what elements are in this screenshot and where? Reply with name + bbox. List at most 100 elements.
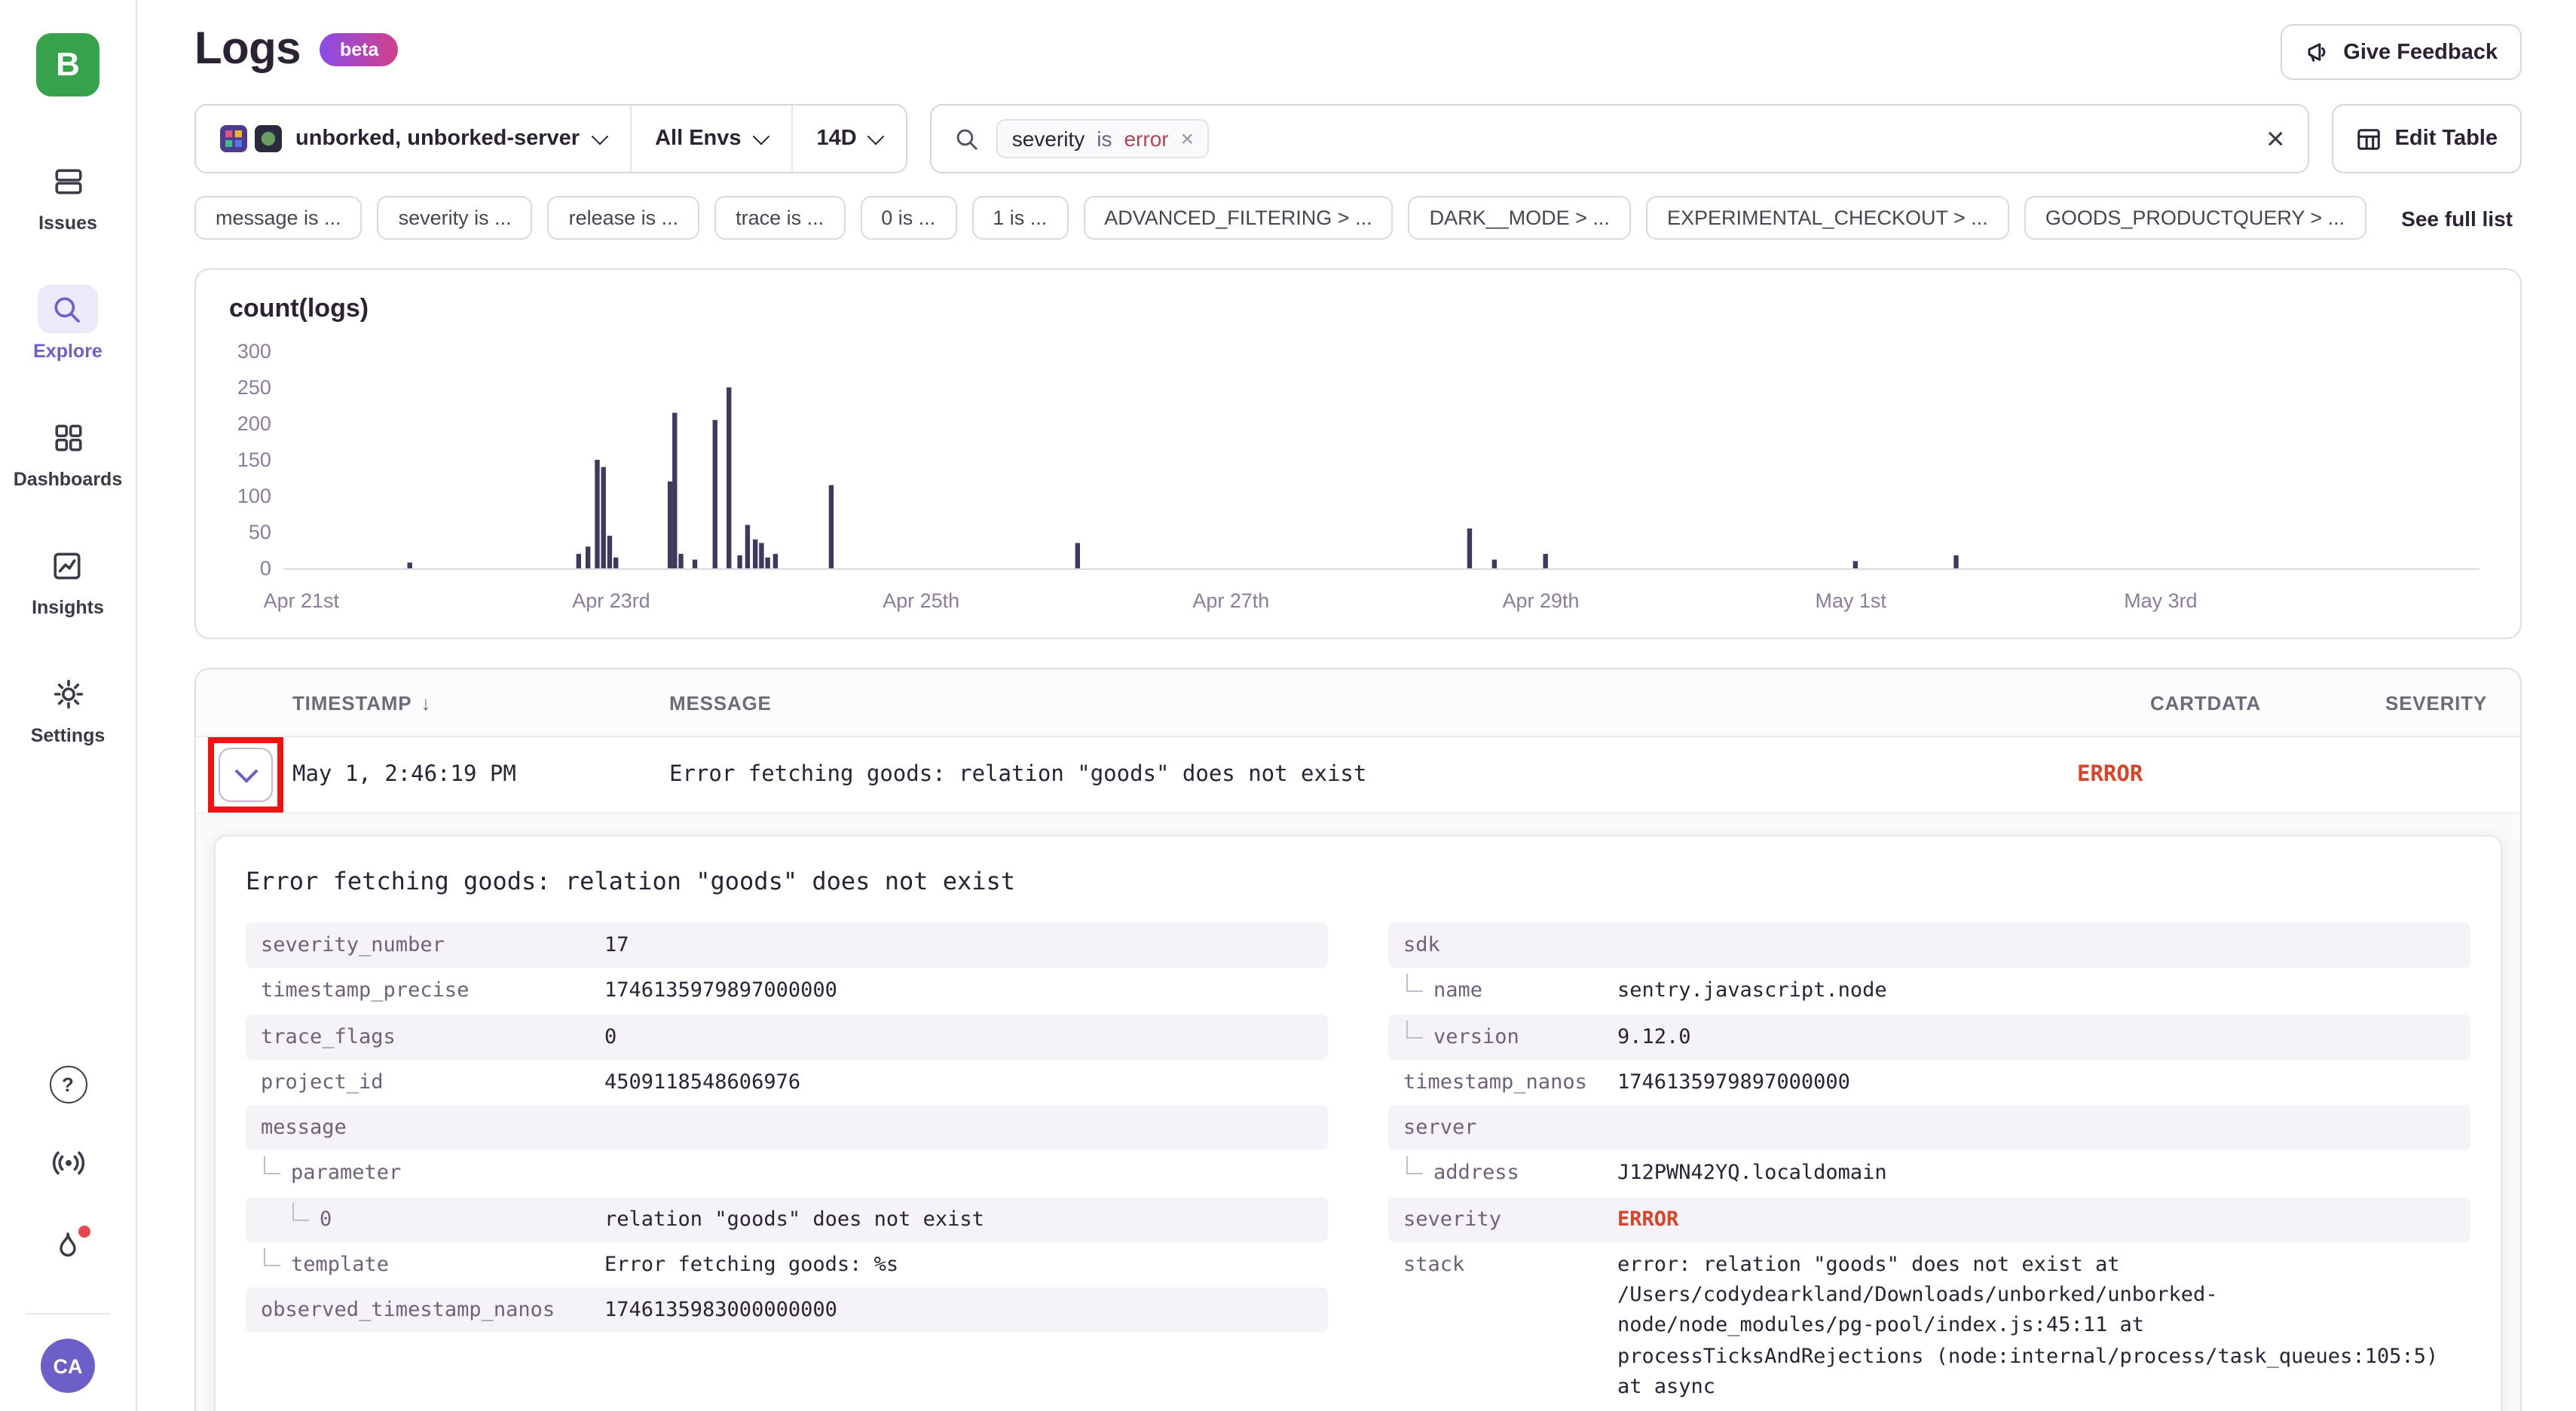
platform-icon-2 [255, 125, 282, 152]
kv-value: 1746135979897000000 [604, 976, 837, 1007]
environment-selector[interactable]: All Envs [629, 106, 791, 172]
filter-chip[interactable]: trace is ... [714, 196, 845, 240]
kv-key: stack [1403, 1250, 1617, 1403]
search-input[interactable]: severity is error × × [931, 104, 2309, 173]
search-clear-icon[interactable]: × [2266, 123, 2285, 155]
project-selector[interactable]: unborked, unborked-server [196, 106, 629, 172]
kv-key: parameter [261, 1158, 604, 1189]
broadcast-icon[interactable] [50, 1146, 85, 1188]
avatar-initials: CA [54, 1354, 83, 1377]
search-icon [955, 126, 981, 152]
kv-value: error: relation "goods" does not exist a… [1617, 1250, 2455, 1403]
logs-chart-svg: 050100150200250300Apr 21stApr 23rdApr 25… [229, 330, 2487, 626]
kv-value: Error fetching goods: %s [604, 1250, 898, 1281]
kv-row: timestamp_nanos1746135979897000000 [1388, 1060, 2470, 1106]
sidebar-item-label: Issues [38, 213, 97, 234]
kv-key: trace_flags [261, 1021, 604, 1052]
kv-row: severityERROR [1388, 1196, 2470, 1242]
svg-text:0: 0 [260, 557, 271, 580]
filter-chip[interactable]: message is ... [194, 196, 363, 240]
kv-row: addressJ12PWN42YQ.localdomain [1388, 1151, 2470, 1197]
kv-key: sdk [1403, 930, 1617, 961]
column-header-cartdata[interactable]: CARTDATA [2077, 691, 2261, 714]
kv-key: address [1403, 1158, 1617, 1189]
column-header-timestamp[interactable]: TIMESTAMP ↓ [292, 691, 669, 714]
filter-chip[interactable]: ADVANCED_FILTERING > ... [1083, 196, 1393, 240]
kv-row: parameter [246, 1151, 1328, 1197]
svg-text:250: 250 [237, 376, 271, 399]
kv-value: sentry.javascript.node [1617, 976, 1887, 1007]
kv-value: J12PWN42YQ.localdomain [1617, 1158, 1887, 1189]
detail-left-table: severity_number17timestamp_precise174613… [246, 923, 1328, 1333]
token-value: error [1124, 127, 1168, 151]
sidebar-item-settings[interactable]: Settings [31, 669, 106, 746]
column-header-severity[interactable]: SEVERITY [2261, 691, 2487, 714]
svg-text:150: 150 [237, 448, 271, 471]
dashboards-icon [38, 413, 98, 461]
kv-key: template [261, 1250, 604, 1281]
kv-value: 17 [604, 930, 629, 961]
cell-message: Error fetching goods: relation "goods" d… [669, 763, 2077, 787]
svg-text:200: 200 [237, 412, 271, 435]
page-header: Logs beta Give Feedback [194, 24, 2522, 80]
column-header-message[interactable]: MESSAGE [669, 691, 2077, 714]
kv-value: 0 [604, 1021, 616, 1052]
give-feedback-button[interactable]: Give Feedback [2280, 24, 2522, 80]
svg-text:May 1st: May 1st [1816, 589, 1887, 612]
kv-value: relation "goods" does not exist [604, 1204, 984, 1235]
filter-chip[interactable]: severity is ... [378, 196, 533, 240]
notification-dot [78, 1226, 90, 1238]
svg-text:100: 100 [237, 485, 271, 507]
kv-row: templateError fetching goods: %s [246, 1242, 1328, 1288]
kv-key: timestamp_precise [261, 976, 604, 1007]
whats-new-flame-icon[interactable] [51, 1230, 84, 1271]
avatar-divider: CA [26, 1313, 110, 1393]
kv-key: 0 [261, 1204, 604, 1235]
kv-row: message [246, 1105, 1328, 1151]
token-remove-icon[interactable]: × [1181, 127, 1195, 150]
cell-severity: ERROR [2077, 763, 2487, 787]
sort-desc-icon: ↓ [421, 691, 431, 714]
help-icon[interactable]: ? [49, 1066, 87, 1103]
logs-table-header: TIMESTAMP ↓ MESSAGE CARTDATA SEVERITY [196, 669, 2520, 737]
tree-elbow [292, 1202, 309, 1220]
kv-value: 9.12.0 [1617, 1021, 1691, 1052]
filter-chip[interactable]: EXPERIMENTAL_CHECKOUT > ... [1646, 196, 2009, 240]
cell-timestamp: May 1, 2:46:19 PM [292, 763, 669, 787]
filter-chip[interactable]: DARK__MODE > ... [1409, 196, 1631, 240]
search-token[interactable]: severity is error × [997, 119, 1209, 158]
sidebar-item-issues[interactable]: Issues [38, 157, 98, 234]
sidebar-item-insights[interactable]: Insights [32, 541, 104, 618]
sidebar-item-explore[interactable]: Explore [33, 285, 102, 362]
sidebar-item-dashboards[interactable]: Dashboards [14, 413, 123, 490]
table-grid-icon [2356, 126, 2382, 152]
kv-row: stackerror: relation "goods" does not ex… [1388, 1242, 2470, 1410]
kv-key: severity [1403, 1204, 1617, 1235]
token-operator: is [1097, 127, 1112, 151]
tree-elbow [1406, 1020, 1423, 1038]
date-range-selector[interactable]: 14D [791, 106, 907, 172]
row-expand-button[interactable] [219, 748, 273, 802]
kv-row: namesentry.javascript.node [1388, 969, 2470, 1015]
filter-chip[interactable]: GOODS_PRODUCTQUERY > ... [2024, 196, 2366, 240]
environment-selector-label: All Envs [655, 127, 741, 151]
log-detail-title: Error fetching goods: relation "goods" d… [246, 867, 2470, 895]
tree-elbow [1406, 1157, 1423, 1175]
see-full-list-button[interactable]: See full list [2392, 204, 2522, 231]
log-row[interactable]: May 1, 2:46:19 PM Error fetching goods: … [196, 737, 2520, 814]
svg-text:Apr 23rd: Apr 23rd [572, 589, 650, 612]
give-feedback-label: Give Feedback [2343, 40, 2498, 64]
org-logo[interactable]: B [36, 33, 99, 96]
kv-key: project_id [261, 1067, 604, 1098]
chevron-down-icon [752, 128, 769, 145]
beta-badge: beta [320, 33, 398, 66]
edit-table-button[interactable]: Edit Table [2332, 104, 2522, 173]
filter-chip[interactable]: 0 is ... [860, 196, 956, 240]
tree-elbow [264, 1157, 280, 1175]
user-avatar[interactable]: CA [41, 1339, 95, 1393]
filter-chip[interactable]: 1 is ... [971, 196, 1068, 240]
platform-icon-1 [220, 125, 247, 152]
kv-key: timestamp_nanos [1403, 1067, 1617, 1098]
sidebar-item-label: Dashboards [14, 469, 123, 490]
filter-chip[interactable]: release is ... [548, 196, 700, 240]
